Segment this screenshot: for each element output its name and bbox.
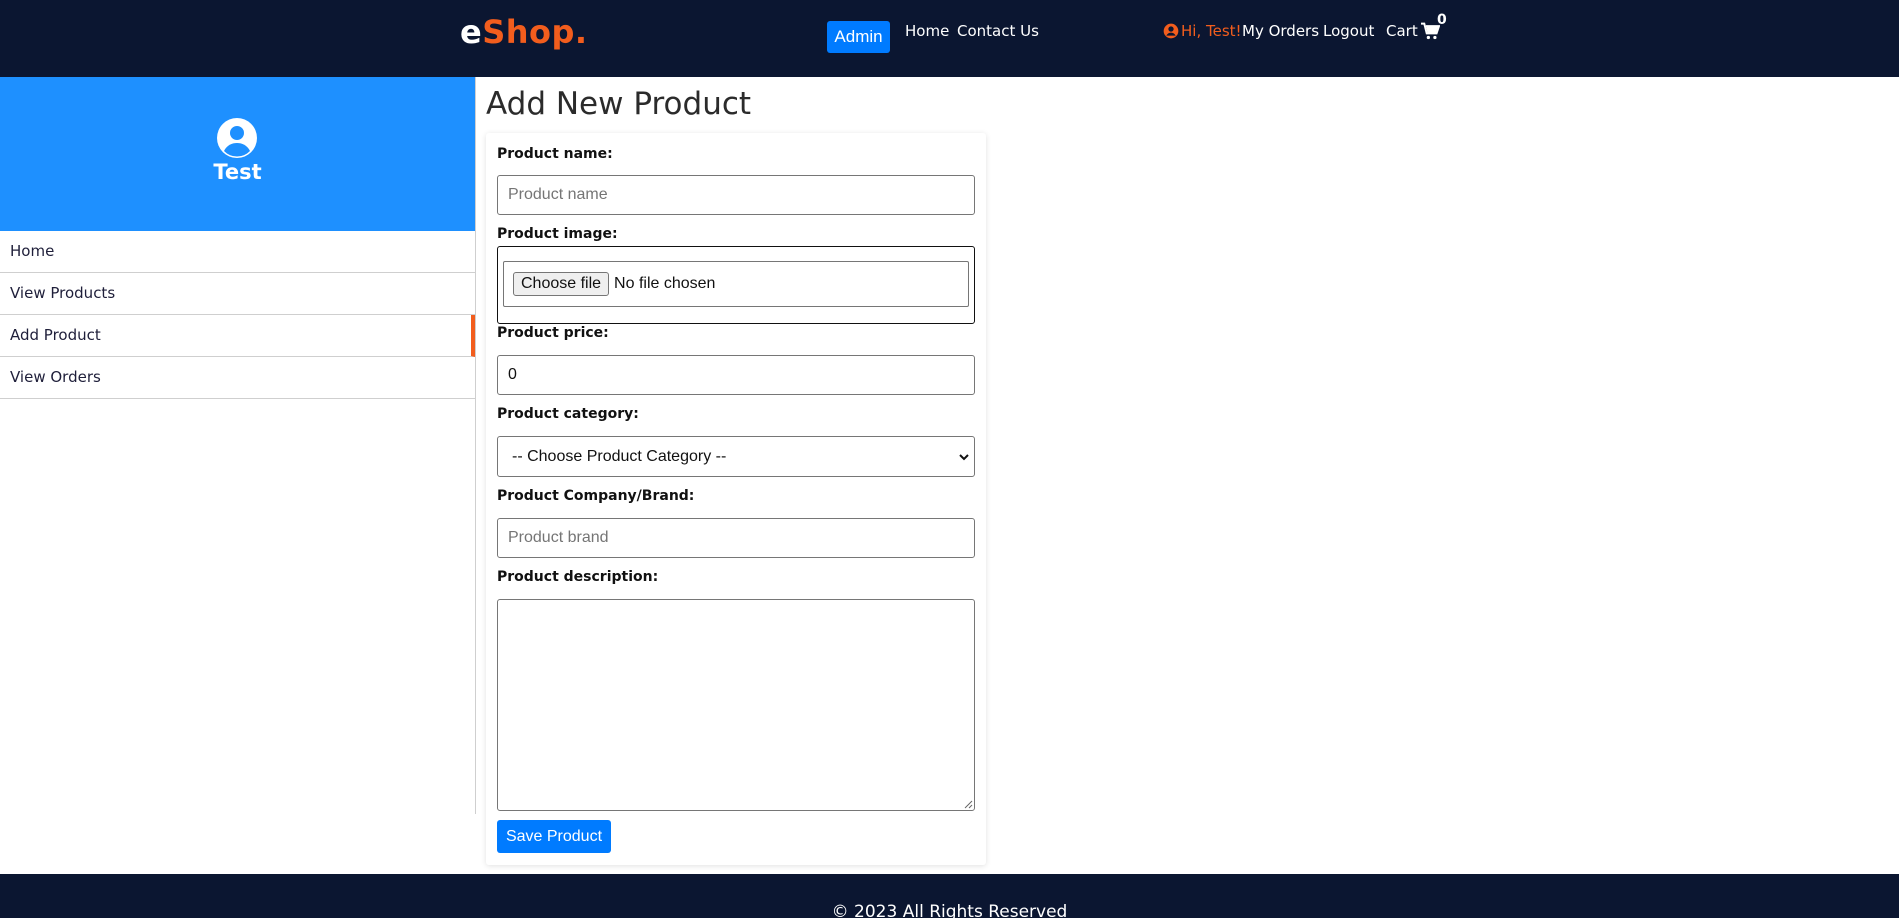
user-greeting[interactable]: Hi, Test! xyxy=(1163,21,1242,41)
footer: © 2023 All Rights Reserved xyxy=(0,874,1899,918)
file-status-text: No file chosen xyxy=(614,275,716,292)
page-title: Add New Product xyxy=(486,86,752,122)
sidebar-profile: Test xyxy=(0,77,475,231)
admin-button[interactable]: Admin xyxy=(827,21,890,53)
cart-count-badge: 0 xyxy=(1437,12,1447,28)
logo[interactable]: eShop. xyxy=(460,12,588,52)
cart-link[interactable]: Cart xyxy=(1386,21,1440,41)
sidebar-item-home[interactable]: Home xyxy=(0,231,475,273)
product-price-input[interactable]: 0 xyxy=(497,355,975,395)
sidebar-item-view-products[interactable]: View Products xyxy=(0,273,475,315)
product-price-label: Product price: xyxy=(497,325,609,341)
nav-home-link[interactable]: Home xyxy=(905,21,949,41)
category-selected-text: -- Choose Product Category -- xyxy=(512,448,727,465)
profile-username: Test xyxy=(213,160,262,184)
product-image-input[interactable]: Choose file No file chosen xyxy=(503,261,969,307)
user-circle-icon xyxy=(217,118,257,158)
copyright-text: © 2023 All Rights Reserved xyxy=(831,902,1068,918)
resize-handle-icon[interactable] xyxy=(963,799,973,809)
choose-file-button[interactable]: Choose file xyxy=(513,272,610,296)
product-brand-label: Product Company/Brand: xyxy=(497,488,695,504)
admin-sidebar: Test Home View Products Add Product View… xyxy=(0,77,476,814)
cart-label: Cart xyxy=(1386,22,1418,40)
top-navbar: eShop. Admin Home Contact Us Hi, Test! M… xyxy=(0,0,1899,77)
my-orders-link[interactable]: My Orders xyxy=(1242,21,1319,41)
product-image-field: Choose file No file chosen xyxy=(497,246,975,324)
product-image-label: Product image: xyxy=(497,226,618,242)
nav-contact-link[interactable]: Contact Us xyxy=(957,21,1039,41)
chevron-down-icon xyxy=(959,454,969,461)
add-product-form: Product name: Product name Product image… xyxy=(486,133,986,865)
save-product-button[interactable]: Save Product xyxy=(497,820,611,853)
sidebar-item-view-orders[interactable]: View Orders xyxy=(0,357,475,399)
product-description-input[interactable] xyxy=(497,599,975,811)
product-name-label: Product name: xyxy=(497,146,613,162)
logout-link[interactable]: Logout xyxy=(1323,21,1374,41)
product-category-label: Product category: xyxy=(497,406,639,422)
user-circle-icon xyxy=(1163,23,1179,39)
greeting-text: Hi, Test! xyxy=(1181,22,1242,40)
product-category-select[interactable]: -- Choose Product Category -- xyxy=(497,436,975,477)
sidebar-item-add-product[interactable]: Add Product xyxy=(0,315,475,357)
product-brand-input[interactable]: Product brand xyxy=(497,518,975,558)
product-description-label: Product description: xyxy=(497,569,659,585)
product-name-input[interactable]: Product name xyxy=(497,175,975,215)
